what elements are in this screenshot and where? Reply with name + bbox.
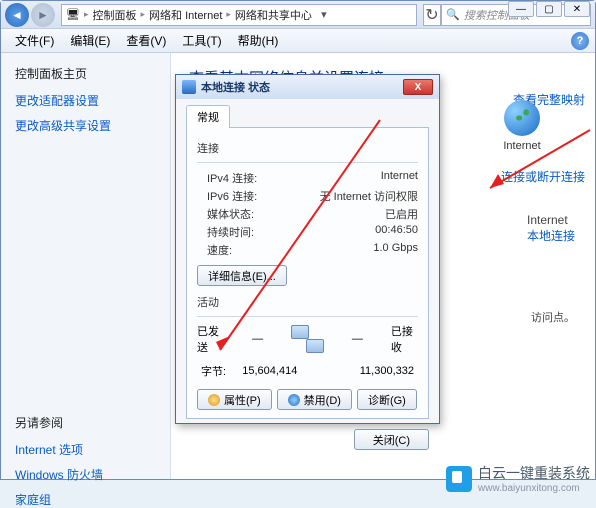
network-icon xyxy=(182,80,196,94)
minimize-button[interactable]: — xyxy=(508,1,534,17)
close-dialog-button[interactable]: 关闭(C) xyxy=(354,429,429,450)
section-connection: 连接 xyxy=(197,140,418,156)
connect-disconnect-link[interactable]: 连接或断开连接 xyxy=(501,168,585,185)
row-value: 已启用 xyxy=(385,206,418,222)
menu-file[interactable]: 文件(F) xyxy=(7,30,62,51)
breadcrumb-dropdown[interactable]: ▾ xyxy=(316,8,332,21)
watermark-name: 白云一键重装系统 xyxy=(478,463,590,483)
note-text: 访问点。 xyxy=(531,309,575,325)
shield-icon xyxy=(208,394,220,406)
access-type-label: Internet xyxy=(527,213,575,227)
menu-tools[interactable]: 工具(T) xyxy=(174,30,229,51)
properties-button[interactable]: 属性(P) xyxy=(197,389,272,410)
breadcrumb-item[interactable]: 控制面板 xyxy=(93,7,137,23)
section-activity: 活动 xyxy=(197,294,418,310)
row-label: IPv6 连接: xyxy=(197,188,257,204)
row-value: 1.0 Gbps xyxy=(373,242,418,258)
disable-button[interactable]: 禁用(D) xyxy=(277,389,352,410)
sent-bytes: 15,604,414 xyxy=(242,365,297,377)
breadcrumb[interactable]: 🖥 ▸ 控制面板 ▸ 网络和 Internet ▸ 网络和共享中心 ▾ xyxy=(61,4,417,26)
diagnose-button[interactable]: 诊断(G) xyxy=(357,389,417,410)
row-label: IPv4 连接: xyxy=(197,170,257,186)
refresh-button[interactable]: ↻ xyxy=(423,4,441,26)
see-also-header: 另请参阅 xyxy=(15,414,156,431)
row-value: Internet xyxy=(381,170,418,186)
recv-bytes: 11,300,332 xyxy=(360,365,414,377)
breadcrumb-item[interactable]: 网络和 Internet xyxy=(149,7,222,23)
details-button[interactable]: 详细信息(E)... xyxy=(197,265,287,286)
sidebar-header: 控制面板主页 xyxy=(15,65,156,82)
watermark-logo-icon xyxy=(446,466,472,492)
bc-monitor-icon: 🖥 xyxy=(66,8,80,21)
dialog-close-button[interactable]: X xyxy=(403,79,433,95)
connection-status-dialog: 本地连接 状态 X 常规 连接 IPv4 连接: Internet IPv6 连接… xyxy=(175,74,440,424)
watermark-url: www.baiyunxitong.com xyxy=(478,483,590,494)
row-label: 持续时间: xyxy=(197,224,254,240)
disable-icon xyxy=(288,394,300,406)
see-also-internet-options[interactable]: Internet 选项 xyxy=(15,441,156,458)
see-also-firewall[interactable]: Windows 防火墙 xyxy=(15,466,156,483)
bytes-label: 字节: xyxy=(201,363,226,379)
dialog-titlebar[interactable]: 本地连接 状态 X xyxy=(176,75,439,99)
menu-edit[interactable]: 编辑(E) xyxy=(62,30,118,51)
row-label: 媒体状态: xyxy=(197,206,254,222)
close-button[interactable]: ✕ xyxy=(564,1,590,17)
breadcrumb-item[interactable]: 网络和共享中心 xyxy=(235,7,312,23)
row-label: 速度: xyxy=(197,242,232,258)
local-connection-link[interactable]: 本地连接 xyxy=(527,227,575,244)
tab-general[interactable]: 常规 xyxy=(186,105,230,128)
back-button[interactable]: ◄ xyxy=(5,3,29,27)
watermark: 白云一键重装系统 www.baiyunxitong.com xyxy=(446,463,590,494)
menu-view[interactable]: 查看(V) xyxy=(118,30,174,51)
help-icon[interactable]: ? xyxy=(571,32,589,50)
forward-button[interactable]: ► xyxy=(31,3,55,27)
sidebar-link-adapter[interactable]: 更改适配器设置 xyxy=(15,92,156,109)
sent-label: 已发送 xyxy=(197,323,224,355)
globe-icon xyxy=(504,100,540,136)
dialog-title: 本地连接 状态 xyxy=(201,79,270,95)
search-icon: 🔍 xyxy=(446,8,460,21)
row-value: 无 Internet 访问权限 xyxy=(320,188,418,204)
activity-icon xyxy=(291,325,324,353)
window-buttons: — ▢ ✕ xyxy=(508,1,590,17)
sidebar: 控制面板主页 更改适配器设置 更改高级共享设置 另请参阅 Internet 选项… xyxy=(1,53,171,479)
sidebar-link-sharing[interactable]: 更改高级共享设置 xyxy=(15,117,156,134)
received-label: 已接收 xyxy=(391,323,418,355)
menu-help[interactable]: 帮助(H) xyxy=(230,30,287,51)
maximize-button[interactable]: ▢ xyxy=(536,1,562,17)
row-value: 00:46:50 xyxy=(375,224,418,240)
titlebar: ◄ ► 🖥 ▸ 控制面板 ▸ 网络和 Internet ▸ 网络和共享中心 ▾ … xyxy=(1,1,595,29)
menubar: 文件(F) 编辑(E) 查看(V) 工具(T) 帮助(H) ? xyxy=(1,29,595,53)
